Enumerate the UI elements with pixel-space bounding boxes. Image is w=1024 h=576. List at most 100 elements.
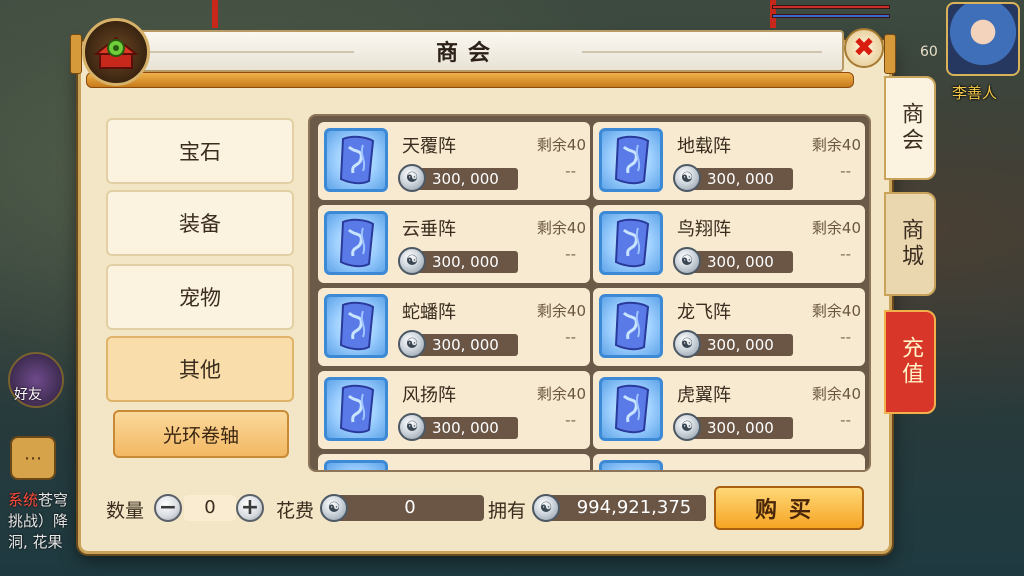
- owned-value: 994,921,375: [548, 495, 706, 521]
- decrease-quantity-button[interactable]: −: [154, 494, 182, 522]
- aura-scroll-icon: [599, 377, 663, 441]
- subcategory-aura-scroll[interactable]: 光环卷轴: [113, 410, 289, 458]
- item-limit: --: [840, 162, 851, 180]
- item-price: 300, 000: [685, 168, 793, 190]
- friends-label: 好友: [14, 387, 42, 403]
- plus-icon: +: [240, 495, 260, 520]
- chat-line: 洞, 花果: [8, 533, 63, 551]
- silver-coin-icon: ☯: [673, 330, 701, 358]
- chat-bubble-icon: ⋯: [24, 447, 42, 469]
- item-grid[interactable]: 天覆阵 剩余40 300, 000 ☯ -- 地载阵 剩余40 300, 000 ☯ -- 云垂阵剩…: [308, 114, 871, 472]
- aura-scroll-icon: [599, 460, 663, 470]
- status-bars: [772, 0, 890, 30]
- silver-coin-icon: ☯: [532, 494, 560, 522]
- tab-guild-shop[interactable]: 商会: [884, 76, 936, 180]
- tab-label: 充值: [898, 336, 923, 388]
- item-card[interactable]: 风扬阵 剩余40 300, 000 ☯ --: [318, 371, 590, 449]
- item-card-partial[interactable]: [318, 454, 590, 470]
- owned-label: 拥有: [488, 500, 527, 522]
- item-price: 300, 000: [410, 334, 518, 356]
- item-name: 鸟翔阵: [677, 219, 731, 240]
- item-stock: 剩余40: [811, 136, 861, 154]
- item-limit: --: [565, 328, 576, 346]
- item-name: 龙飞阵: [677, 302, 731, 323]
- item-limit: --: [840, 245, 851, 263]
- silver-coin-icon: ☯: [398, 247, 426, 275]
- chat-button[interactable]: ⋯: [10, 436, 56, 480]
- category-equipment[interactable]: 装备: [106, 190, 294, 256]
- cost-value: 0: [336, 495, 484, 521]
- silver-coin-icon: ☯: [320, 494, 348, 522]
- lantern-string: [212, 0, 218, 28]
- chat-log: 系统苍穹 挑战）降 洞, 花果: [8, 490, 88, 553]
- title-banner: 商会: [92, 30, 844, 72]
- quantity-label: 数量: [106, 500, 145, 522]
- silver-coin-icon: ☯: [398, 413, 426, 441]
- item-price: 300, 000: [410, 251, 518, 273]
- friends-button[interactable]: 好友: [8, 352, 64, 408]
- mp-bar: [772, 14, 890, 18]
- item-limit: --: [565, 411, 576, 429]
- category-other[interactable]: 其他: [106, 336, 294, 402]
- aura-scroll-icon: [324, 211, 388, 275]
- category-gems[interactable]: 宝石: [106, 118, 294, 184]
- scroll-rod-end-right: [884, 34, 896, 74]
- item-stock: 剩余40: [811, 219, 861, 237]
- item-name: 蛇蟠阵: [402, 302, 456, 323]
- aura-scroll-icon: [599, 294, 663, 358]
- item-stock: 剩余40: [536, 302, 586, 320]
- item-card[interactable]: 龙飞阵 剩余40 300, 000 ☯ --: [593, 288, 865, 366]
- buy-label: 购买: [754, 498, 823, 523]
- item-stock: 剩余40: [536, 136, 586, 154]
- item-name: 风扬阵: [402, 385, 456, 406]
- tab-mall[interactable]: 商城: [884, 192, 936, 296]
- increase-quantity-button[interactable]: +: [236, 494, 264, 522]
- silver-coin-icon: ☯: [673, 413, 701, 441]
- category-label: 宠物: [179, 286, 221, 310]
- aura-scroll-icon: [324, 377, 388, 441]
- player-avatar[interactable]: [946, 2, 1020, 76]
- item-card[interactable]: 蛇蟠阵 剩余40 300, 000 ☯ --: [318, 288, 590, 366]
- item-stock: 剩余40: [811, 302, 861, 320]
- buy-button[interactable]: 购买: [714, 486, 864, 530]
- item-card[interactable]: 虎翼阵 剩余40 300, 000 ☯ --: [593, 371, 865, 449]
- quantity-input[interactable]: 0: [184, 495, 236, 521]
- aura-scroll-icon: [324, 294, 388, 358]
- minus-icon: −: [158, 495, 178, 520]
- item-card[interactable]: 天覆阵 剩余40 300, 000 ☯ --: [318, 122, 590, 200]
- item-name: 虎翼阵: [677, 385, 731, 406]
- item-price: 300, 000: [685, 251, 793, 273]
- hp-bar: [772, 5, 890, 9]
- close-icon: ✖: [853, 33, 875, 63]
- item-limit: --: [565, 162, 576, 180]
- category-label: 其他: [179, 358, 221, 382]
- item-card[interactable]: 鸟翔阵 剩余40 300, 000 ☯ --: [593, 205, 865, 283]
- category-pets[interactable]: 宠物: [106, 264, 294, 330]
- item-card[interactable]: 云垂阵 剩余40 300, 000 ☯ --: [318, 205, 590, 283]
- category-label: 装备: [179, 212, 221, 236]
- item-price: 300, 000: [685, 417, 793, 439]
- item-stock: 剩余40: [536, 219, 586, 237]
- chat-line: 挑战）降: [8, 512, 69, 530]
- chat-line: 系统苍穹: [8, 491, 69, 509]
- item-card-partial[interactable]: [593, 454, 865, 470]
- title-rod: [86, 72, 854, 88]
- merchant-guild-icon: [82, 18, 150, 86]
- silver-coin-icon: ☯: [673, 164, 701, 192]
- cost-label: 花费: [276, 500, 315, 522]
- tab-recharge[interactable]: 充值: [884, 310, 936, 414]
- aura-scroll-icon: [599, 128, 663, 192]
- item-limit: --: [840, 328, 851, 346]
- silver-coin-icon: ☯: [398, 330, 426, 358]
- item-stock: 剩余40: [536, 385, 586, 403]
- item-name: 天覆阵: [402, 136, 456, 157]
- item-card[interactable]: 地载阵 剩余40 300, 000 ☯ --: [593, 122, 865, 200]
- item-limit: --: [565, 245, 576, 263]
- aura-scroll-icon: [599, 211, 663, 275]
- window-title: 商会: [435, 41, 500, 66]
- aura-scroll-icon: [324, 128, 388, 192]
- player-level: 60: [920, 44, 938, 60]
- close-button[interactable]: ✖: [844, 28, 884, 68]
- player-name: 李善人: [952, 84, 998, 102]
- item-stock: 剩余40: [811, 385, 861, 403]
